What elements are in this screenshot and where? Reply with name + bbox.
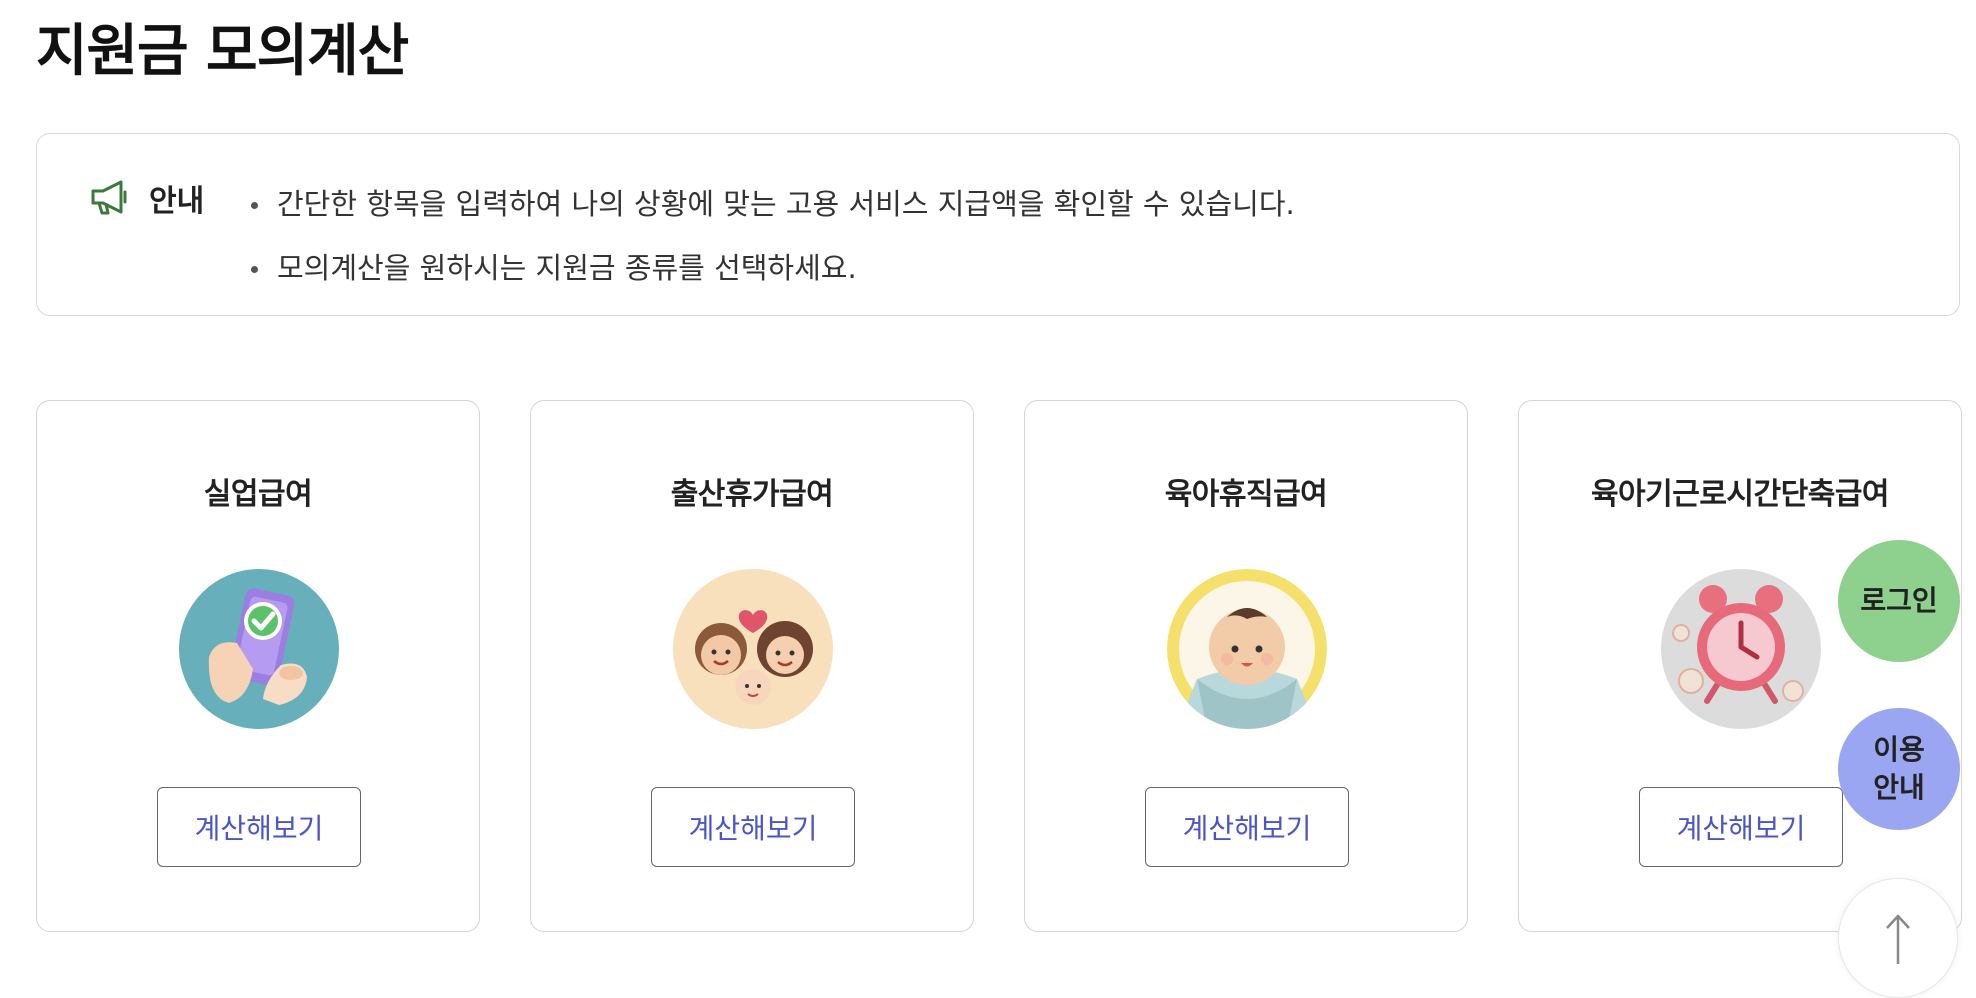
notice-label: 안내 [149, 184, 205, 219]
card-unemployment-benefit: 실업급여 계산해보기 [36, 400, 480, 932]
login-button[interactable]: 로그인 [1838, 540, 1960, 662]
guide-label-line2: 안내 [1873, 771, 1925, 804]
baby-illustration [1167, 569, 1327, 729]
card-title: 출산휴가급여 [670, 477, 834, 512]
usage-guide-button[interactable]: 이용 안내 [1838, 708, 1960, 830]
card-parental-leave-benefit: 육아휴직급여 계산해보기 [1024, 400, 1468, 932]
card-title: 육아기근로시간단축급여 [1590, 477, 1890, 512]
alarm-clock-illustration [1661, 569, 1821, 729]
calculate-button[interactable]: 계산해보기 [1145, 787, 1349, 867]
family-illustration [673, 569, 833, 729]
calculate-button[interactable]: 계산해보기 [651, 787, 855, 867]
scroll-top-button[interactable] [1838, 878, 1958, 998]
calculate-button[interactable]: 계산해보기 [1639, 787, 1843, 867]
notice-item: 간단한 항목을 입력하여 나의 상황에 맞는 고용 서비스 지급액을 확인할 수… [251, 172, 1295, 236]
arrow-up-icon [1886, 914, 1910, 964]
guide-label-line1: 이용 [1873, 733, 1925, 766]
phone-check-illustration [179, 569, 339, 729]
notice-item: 모의계산을 원하시는 지원금 종류를 선택하세요. [251, 236, 1295, 300]
page-title: 지원금 모의계산 [36, 19, 409, 84]
card-title: 실업급여 [203, 477, 313, 512]
card-reduced-working-hours-benefit: 육아기근로시간단축급여 계산해보기 [1518, 400, 1962, 932]
card-maternity-leave-benefit: 출산휴가급여 계산해보기 [530, 400, 974, 932]
megaphone-icon [91, 180, 127, 215]
notice-box: 안내 간단한 항목을 입력하여 나의 상황에 맞는 고용 서비스 지급액을 확인… [36, 133, 1960, 316]
calculate-button[interactable]: 계산해보기 [157, 787, 361, 867]
notice-list: 간단한 항목을 입력하여 나의 상황에 맞는 고용 서비스 지급액을 확인할 수… [251, 172, 1295, 300]
card-title: 육아휴직급여 [1164, 477, 1328, 512]
